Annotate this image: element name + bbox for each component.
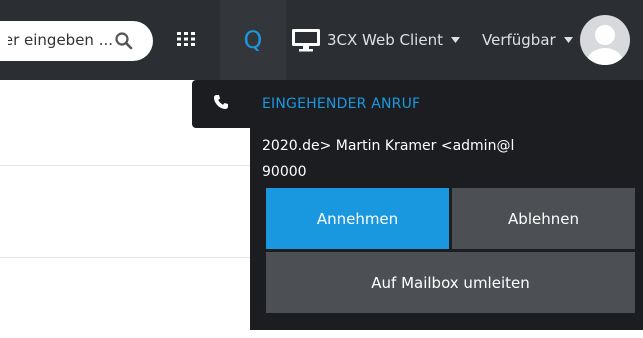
q-button[interactable]: Q	[220, 0, 286, 80]
top-bar: ner eingeben ... Q 3CX Web Client Verfüg…	[0, 0, 643, 80]
accept-call-button[interactable]: Annehmen	[266, 188, 449, 249]
caller-number: 90000	[262, 164, 307, 180]
client-label: 3CX Web Client	[327, 31, 443, 49]
list-divider	[0, 257, 250, 258]
search-input[interactable]: ner eingeben ...	[8, 31, 113, 49]
incoming-call-popup: EINGEHENDER ANRUF 2020.de> Martin Kramer…	[250, 80, 643, 330]
search-icon[interactable]	[114, 31, 134, 51]
decline-call-button[interactable]: Ablehnen	[452, 188, 635, 249]
q-label: Q	[243, 26, 263, 54]
avatar-icon	[587, 25, 623, 65]
status-selector[interactable]: Verfügbar	[482, 28, 573, 52]
divert-to-voicemail-button[interactable]: Auf Mailbox umleiten	[266, 252, 635, 313]
chevron-down-icon	[450, 37, 460, 43]
client-selector[interactable]: 3CX Web Client	[291, 28, 460, 52]
caller-name: 2020.de> Martin Kramer <admin@l	[262, 138, 515, 154]
monitor-icon	[292, 29, 320, 52]
apps-grid-icon[interactable]	[177, 32, 195, 46]
chevron-down-icon	[563, 37, 573, 43]
list-divider	[0, 165, 250, 166]
status-label: Verfügbar	[482, 31, 556, 49]
search-box[interactable]: ner eingeben ...	[0, 21, 153, 61]
call-popup-tab[interactable]	[192, 80, 250, 128]
phone-icon	[214, 95, 228, 109]
avatar[interactable]	[580, 15, 630, 65]
popup-title: EINGEHENDER ANRUF	[262, 96, 421, 112]
